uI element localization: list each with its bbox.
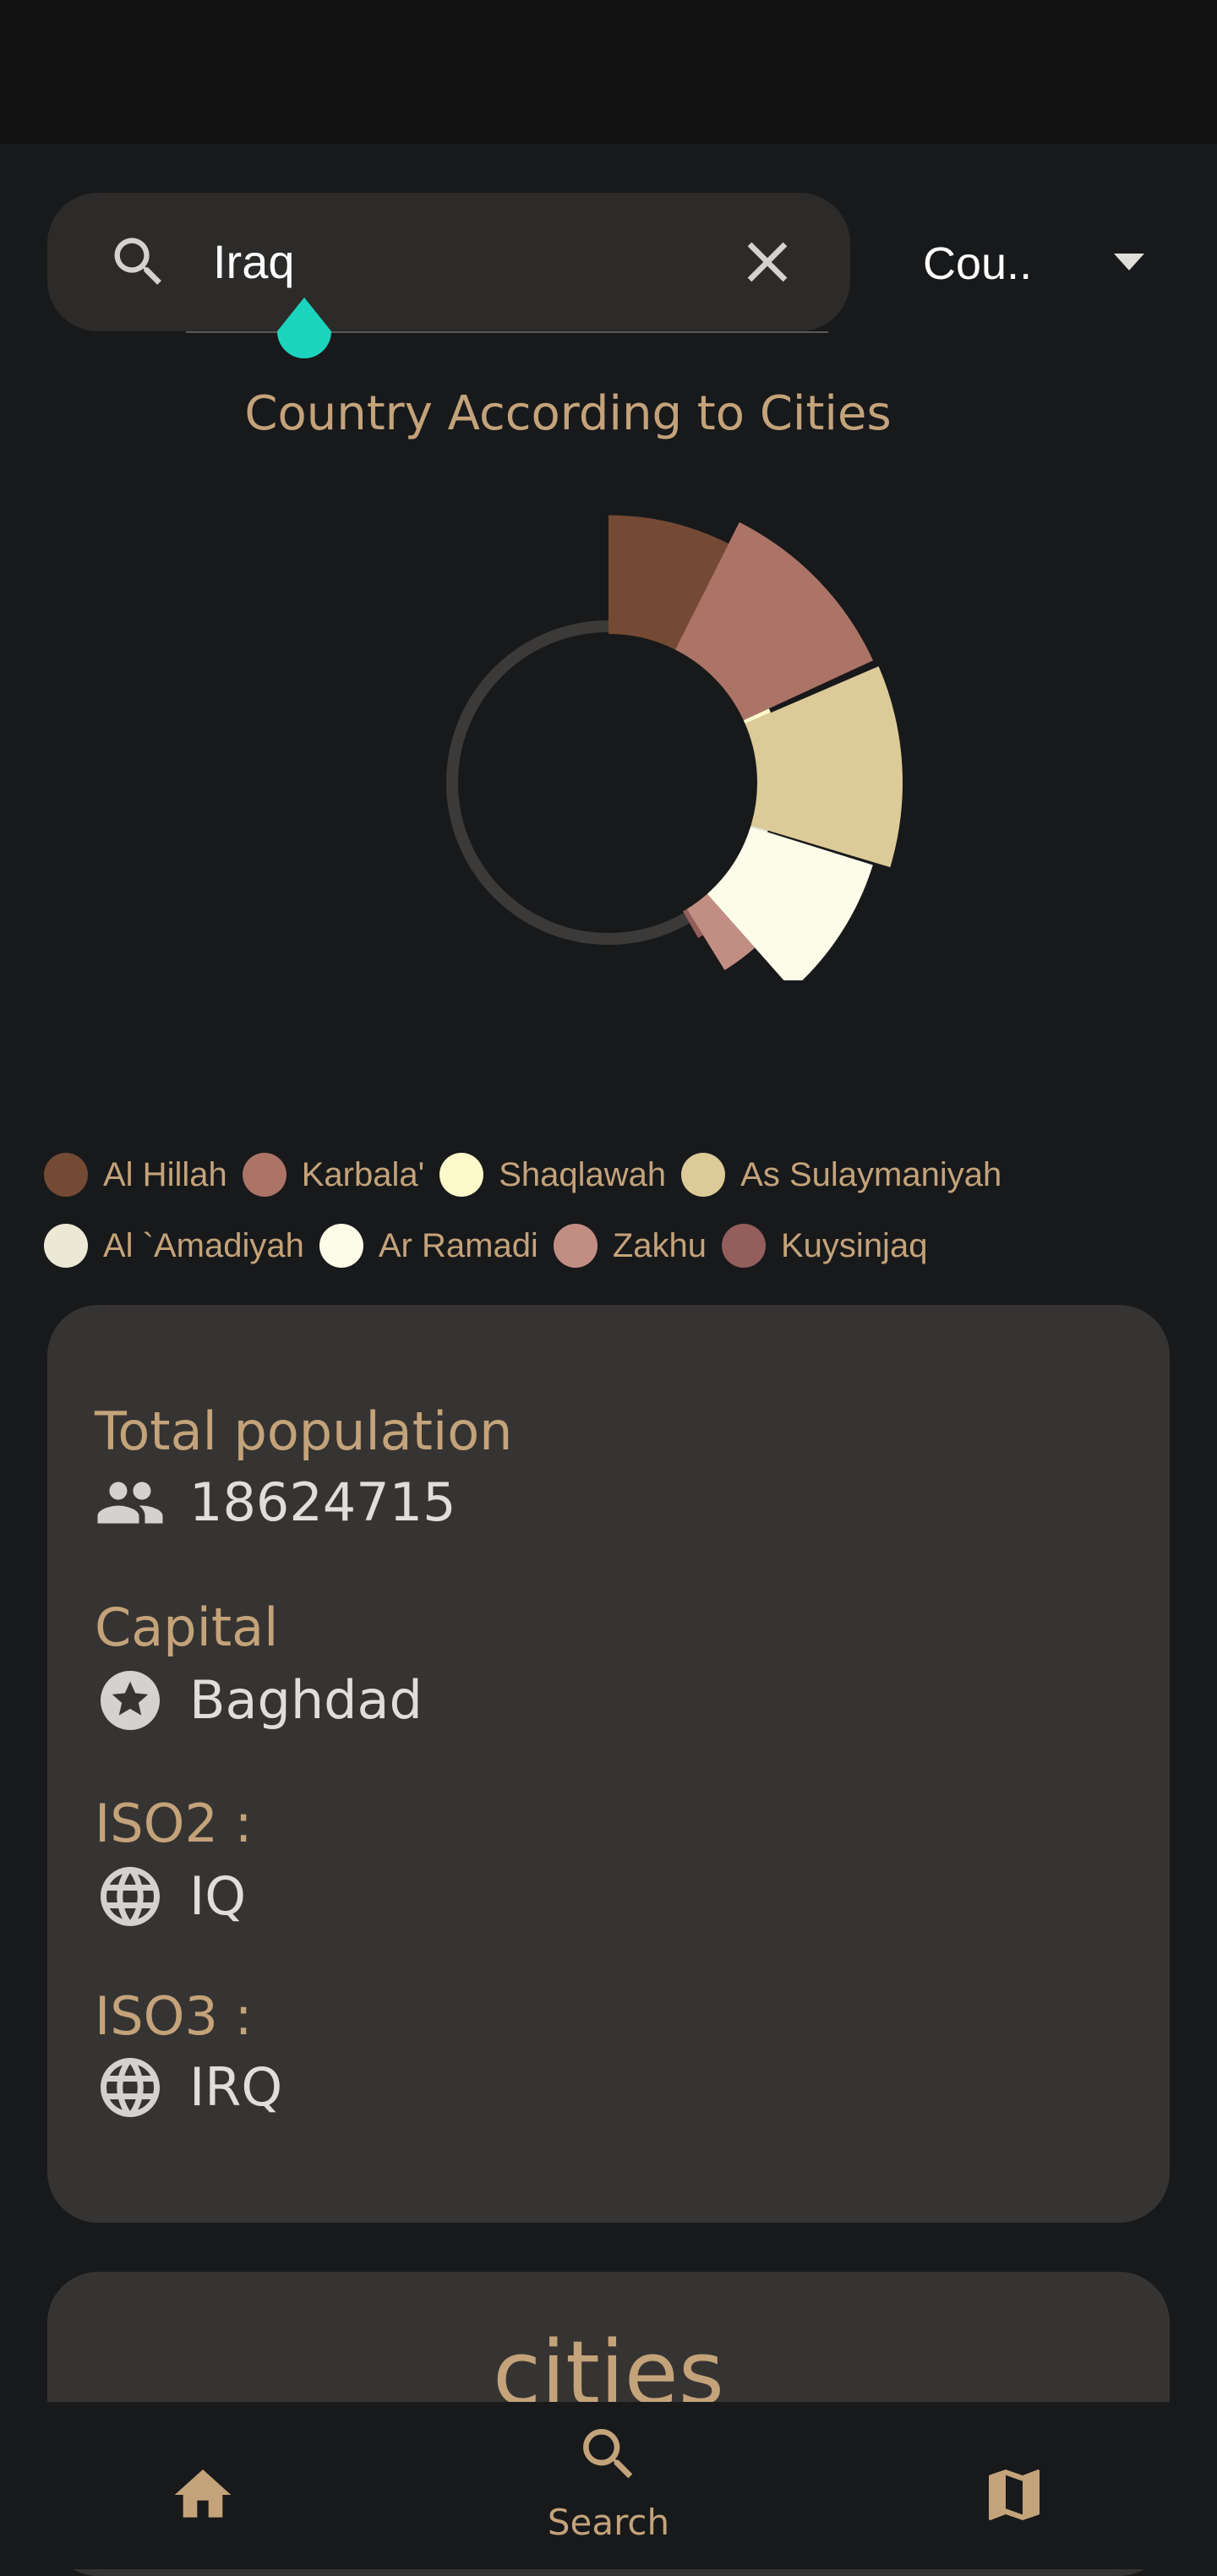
dropdown-arrow-icon	[1114, 254, 1144, 270]
legend-label: Kuysinjaq	[781, 1226, 928, 1264]
legend-item: Al Hillah	[44, 1149, 227, 1200]
legend-label: Al Hillah	[103, 1155, 227, 1193]
legend-label: As Sulaymaniyah	[740, 1155, 1002, 1193]
capital-row: Baghdad	[95, 1667, 423, 1734]
search-icon	[583, 2429, 633, 2479]
iso3-row: IRQ	[95, 2054, 282, 2121]
text-cursor-handle[interactable]	[274, 297, 335, 367]
legend-swatch	[44, 1153, 88, 1197]
legend-label: Zakhu	[612, 1226, 707, 1264]
legend-label: Ar Ramadi	[378, 1226, 538, 1264]
nav-search[interactable]: Search	[507, 2402, 710, 2569]
chart-title: Country According to Cities	[244, 386, 892, 441]
legend-swatch	[242, 1153, 287, 1197]
legend-item: Ar Ramadi	[319, 1220, 538, 1271]
people-icon	[97, 1482, 163, 1524]
globe-icon	[101, 1867, 160, 1926]
globe-icon	[101, 2058, 160, 2117]
status-bar	[0, 0, 1217, 144]
iso2-row: IQ	[95, 1863, 246, 1930]
iso3-label: ISO3 :	[95, 1985, 253, 2047]
capital-value: Baghdad	[189, 1669, 423, 1731]
legend-label: Karbala'	[301, 1155, 425, 1193]
map-icon	[989, 2470, 1040, 2520]
population-row: 18624715	[95, 1469, 456, 1536]
iso3-value: IRQ	[189, 2056, 283, 2118]
legend-label: Shaqlawah	[499, 1155, 667, 1193]
capital-label: Capital	[95, 1596, 279, 1658]
legend-item: Shaqlawah	[439, 1149, 666, 1200]
legend-item: Karbala'	[242, 1149, 425, 1200]
legend-item: As Sulaymaniyah	[681, 1149, 1001, 1200]
population-value: 18624715	[189, 1471, 456, 1533]
country-info-card: Total population 18624715 Capital Baghda…	[47, 1305, 1170, 2223]
nav-search-label: Search	[547, 2502, 670, 2543]
legend-swatch	[319, 1224, 363, 1268]
legend-swatch	[681, 1153, 726, 1197]
iso2-label: ISO2 :	[95, 1793, 253, 1854]
legend-swatch	[553, 1224, 598, 1268]
home-icon	[174, 2470, 232, 2518]
legend-item: Al `Amadiyah	[44, 1220, 304, 1271]
pie-chart	[446, 515, 903, 980]
legend-item: Kuysinjaq	[722, 1220, 927, 1271]
legend-item: Zakhu	[553, 1220, 707, 1271]
search-icon	[114, 237, 161, 285]
legend-swatch	[722, 1224, 766, 1268]
iso2-value: IQ	[189, 1865, 247, 1927]
legend-label: Al `Amadiyah	[103, 1226, 304, 1264]
bottom-navigation: Search	[0, 2402, 1217, 2569]
nav-map[interactable]	[947, 2402, 1082, 2569]
close-icon[interactable]	[734, 228, 801, 296]
filter-dropdown-value: Cou..	[923, 238, 1033, 289]
star-icon	[101, 1671, 160, 1730]
population-label: Total population	[95, 1400, 513, 1462]
legend-swatch	[439, 1153, 484, 1197]
search-input[interactable]: Iraq	[213, 233, 295, 291]
nav-home[interactable]	[135, 2402, 270, 2569]
filter-dropdown[interactable]: Cou..	[913, 228, 1166, 299]
legend-swatch	[44, 1224, 88, 1268]
